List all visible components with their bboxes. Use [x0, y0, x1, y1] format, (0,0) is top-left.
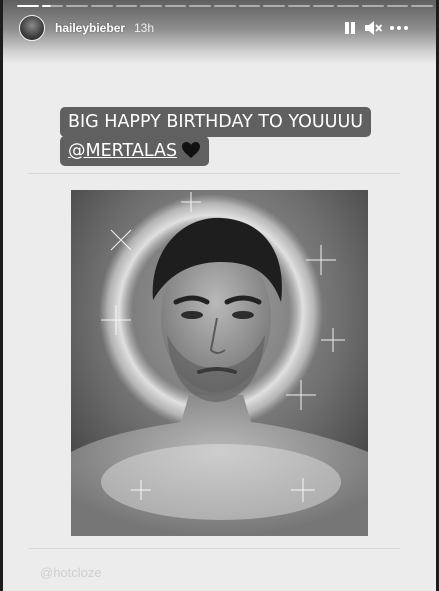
username[interactable]: haileybieber [55, 21, 125, 35]
story-timestamp: 13h [134, 21, 155, 35]
progress-segment [115, 5, 138, 7]
progress-segment [263, 5, 286, 7]
progress-segment [17, 5, 39, 7]
story-progress-bar [17, 5, 433, 7]
progress-segment [238, 5, 261, 7]
progress-segment [66, 5, 88, 7]
progress-segment [90, 5, 113, 7]
story-photo [71, 190, 368, 536]
screen-edge-left [0, 0, 3, 591]
progress-segment [189, 5, 212, 7]
progress-segment [312, 5, 335, 7]
avatar[interactable] [19, 15, 45, 41]
caption-line-2: @MERTALAS [60, 136, 210, 166]
divider [28, 548, 400, 549]
mention-link[interactable]: @MERTALAS [68, 141, 177, 161]
progress-segment [164, 5, 187, 7]
divider [28, 173, 400, 174]
black-heart-icon [181, 141, 201, 159]
progress-segment [337, 5, 359, 7]
pause-icon[interactable] [343, 20, 357, 36]
progress-segment [41, 5, 64, 7]
story-header: haileybieber 13h [3, 0, 436, 64]
progress-segment [386, 5, 409, 7]
more-horizontal-icon[interactable] [389, 21, 409, 35]
progress-segment [288, 5, 310, 7]
progress-segment [140, 5, 162, 7]
photo-credit: @hotcloze [40, 565, 102, 580]
progress-segment [411, 5, 433, 7]
progress-segment [361, 5, 384, 7]
progress-segment [214, 5, 236, 7]
speaker-muted-icon[interactable] [363, 19, 383, 37]
caption-line-1: BIG HAPPY BIRTHDAY TO YOUUUU [60, 107, 372, 137]
